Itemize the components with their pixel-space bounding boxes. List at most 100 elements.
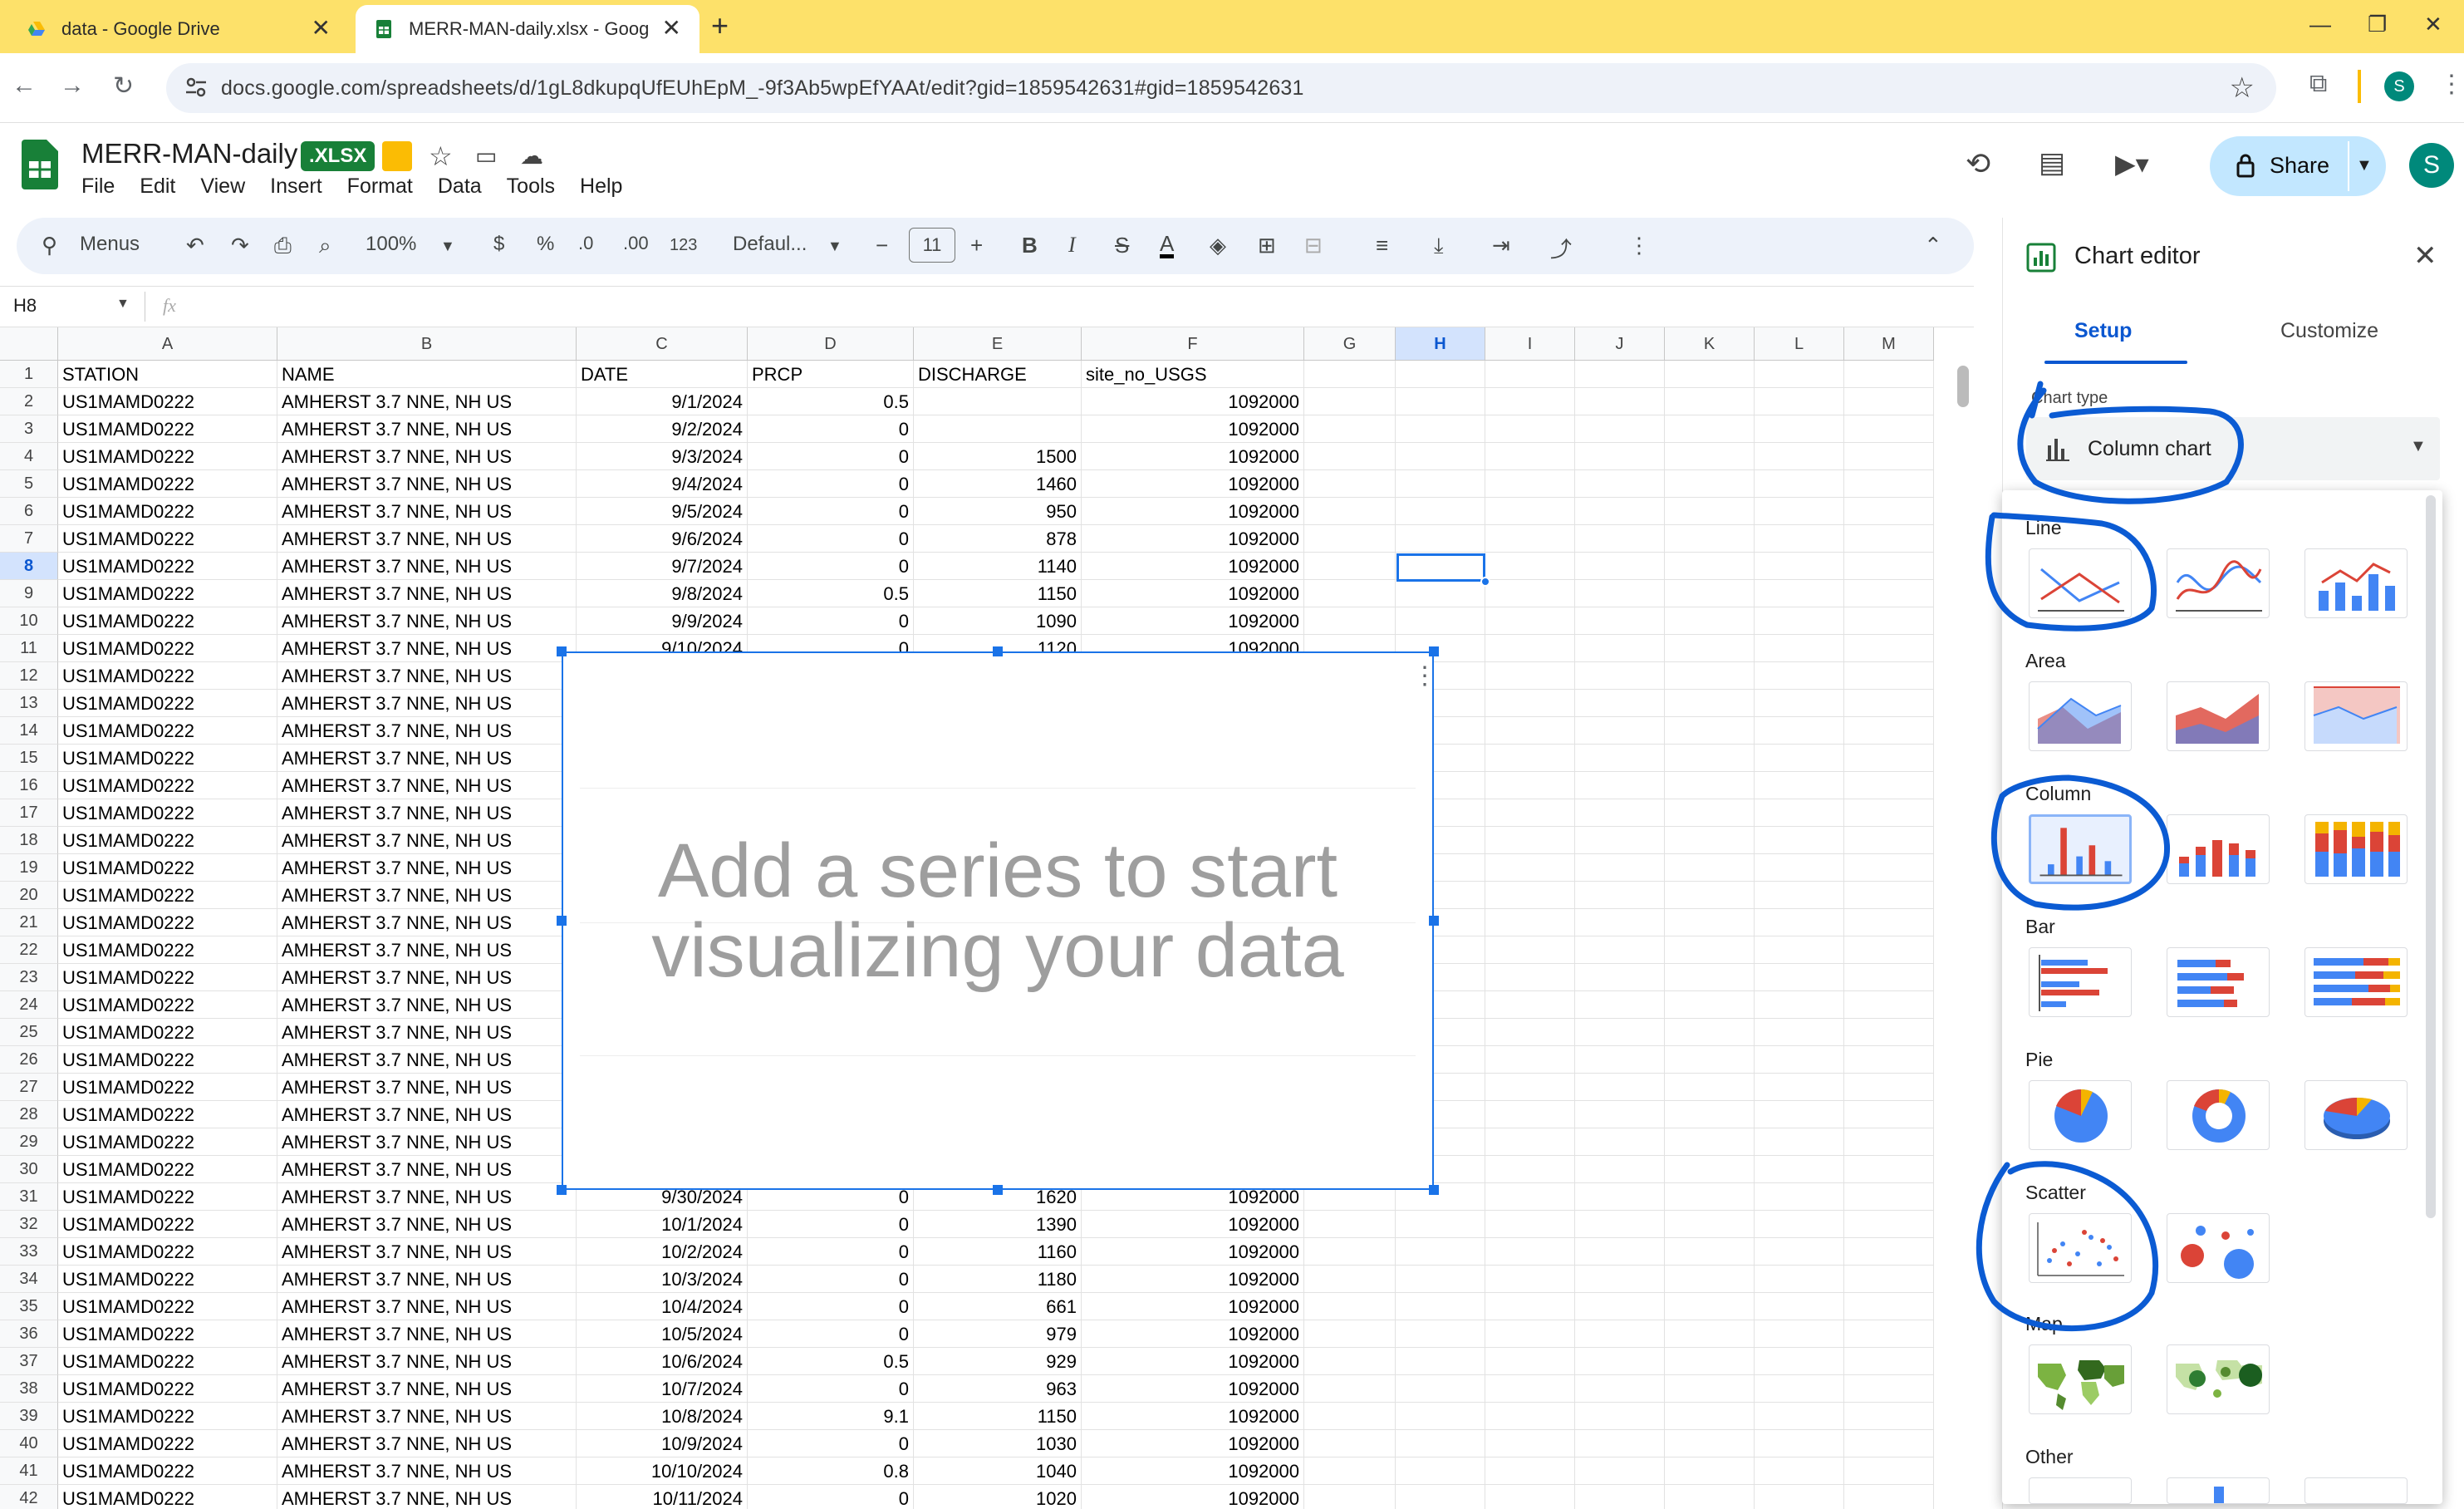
table-cell[interactable] <box>1665 772 1755 799</box>
table-cell[interactable]: 9/2/2024 <box>577 415 748 443</box>
column-header-a[interactable]: A <box>58 327 277 361</box>
column-chart-option[interactable] <box>2029 814 2132 884</box>
forward-icon[interactable]: → <box>60 71 85 100</box>
table-cell[interactable]: US1MAMD0222 <box>58 662 277 690</box>
table-cell[interactable] <box>1304 443 1396 470</box>
table-cell[interactable] <box>1755 772 1844 799</box>
url-field[interactable]: docs.google.com/spreadsheets/d/1gL8dkupq… <box>166 63 2276 113</box>
percent-bar-chart-option[interactable] <box>2304 947 2408 1017</box>
row-header[interactable]: 29 <box>0 1128 58 1156</box>
restore-icon[interactable]: ❐ <box>2368 12 2387 37</box>
table-cell[interactable] <box>1665 1101 1755 1128</box>
table-cell[interactable] <box>1665 498 1755 525</box>
table-cell[interactable] <box>1304 415 1396 443</box>
table-cell[interactable] <box>1304 1457 1396 1485</box>
table-cell[interactable] <box>1575 1375 1665 1403</box>
percent-area-chart-option[interactable] <box>2304 681 2408 751</box>
table-cell[interactable] <box>1844 745 1934 772</box>
stacked-area-chart-option[interactable] <box>2167 681 2270 751</box>
table-cell[interactable] <box>1844 1128 1934 1156</box>
table-cell[interactable] <box>1485 1430 1575 1457</box>
table-cell[interactable] <box>1665 361 1755 388</box>
table-cell[interactable] <box>1665 717 1755 745</box>
table-cell[interactable] <box>1575 580 1665 607</box>
more-options-icon[interactable]: ⋮ <box>1628 233 1650 258</box>
stacked-column-chart-option[interactable] <box>2167 814 2270 884</box>
table-cell[interactable] <box>1575 854 1665 882</box>
table-cell[interactable] <box>1844 1375 1934 1403</box>
table-cell[interactable]: AMHERST 3.7 NNE, NH US <box>277 1128 577 1156</box>
table-cell[interactable]: AMHERST 3.7 NNE, NH US <box>277 1293 577 1320</box>
table-cell[interactable]: 0.5 <box>748 1348 914 1375</box>
table-cell[interactable] <box>1755 827 1844 854</box>
table-cell[interactable] <box>1485 1074 1575 1101</box>
table-cell[interactable] <box>1665 690 1755 717</box>
table-cell[interactable] <box>1396 1266 1485 1293</box>
table-cell[interactable]: AMHERST 3.7 NNE, NH US <box>277 964 577 991</box>
table-cell[interactable]: 9/4/2024 <box>577 470 748 498</box>
table-cell[interactable]: US1MAMD0222 <box>58 1238 277 1266</box>
table-cell[interactable]: 0 <box>748 470 914 498</box>
column-header-g[interactable]: G <box>1304 327 1396 361</box>
table-cell[interactable] <box>1485 854 1575 882</box>
row-header[interactable]: 1 <box>0 361 58 388</box>
table-cell[interactable] <box>1755 361 1844 388</box>
table-cell[interactable]: US1MAMD0222 <box>58 1074 277 1101</box>
table-cell[interactable] <box>1844 1457 1934 1485</box>
chart-type-select[interactable]: Column chart ▼ <box>2026 417 2440 480</box>
table-cell[interactable]: AMHERST 3.7 NNE, NH US <box>277 1403 577 1430</box>
column-header-j[interactable]: J <box>1575 327 1665 361</box>
window-close-icon[interactable]: ✕ <box>2424 12 2442 37</box>
table-cell[interactable] <box>1485 1183 1575 1211</box>
table-cell[interactable]: US1MAMD0222 <box>58 553 277 580</box>
table-cell[interactable]: US1MAMD0222 <box>58 443 277 470</box>
table-cell[interactable] <box>1575 909 1665 936</box>
table-cell[interactable] <box>1665 1430 1755 1457</box>
column-header-h[interactable]: H <box>1396 327 1485 361</box>
table-cell[interactable]: AMHERST 3.7 NNE, NH US <box>277 443 577 470</box>
table-cell[interactable]: US1MAMD0222 <box>58 799 277 827</box>
geo-markers-chart-option[interactable] <box>2167 1344 2270 1414</box>
table-cell[interactable] <box>1485 1101 1575 1128</box>
selected-cell[interactable] <box>1396 553 1485 582</box>
table-cell[interactable]: AMHERST 3.7 NNE, NH US <box>277 1430 577 1457</box>
table-cell[interactable] <box>1665 470 1755 498</box>
row-header[interactable]: 34 <box>0 1266 58 1293</box>
table-cell[interactable]: 0 <box>748 525 914 553</box>
table-cell[interactable]: 1460 <box>914 470 1082 498</box>
table-cell[interactable] <box>1575 662 1665 690</box>
table-cell[interactable] <box>914 388 1082 415</box>
table-cell[interactable] <box>1755 882 1844 909</box>
table-cell[interactable] <box>1575 498 1665 525</box>
table-cell[interactable]: US1MAMD0222 <box>58 772 277 799</box>
table-cell[interactable] <box>1575 772 1665 799</box>
table-cell[interactable] <box>1485 936 1575 964</box>
table-cell[interactable] <box>1485 1128 1575 1156</box>
table-cell[interactable]: AMHERST 3.7 NNE, NH US <box>277 745 577 772</box>
table-cell[interactable]: AMHERST 3.7 NNE, NH US <box>277 635 577 662</box>
table-cell[interactable]: 0.5 <box>748 388 914 415</box>
table-cell[interactable]: US1MAMD0222 <box>58 936 277 964</box>
table-cell[interactable] <box>1575 1238 1665 1266</box>
table-cell[interactable]: US1MAMD0222 <box>58 690 277 717</box>
table-cell[interactable]: 10/8/2024 <box>577 1403 748 1430</box>
table-cell[interactable]: US1MAMD0222 <box>58 635 277 662</box>
table-cell[interactable]: US1MAMD0222 <box>58 580 277 607</box>
table-cell[interactable] <box>1665 443 1755 470</box>
table-cell[interactable] <box>1396 1375 1485 1403</box>
table-cell[interactable]: 1092000 <box>1082 1211 1304 1238</box>
table-cell[interactable]: AMHERST 3.7 NNE, NH US <box>277 662 577 690</box>
table-cell[interactable]: 0 <box>748 1375 914 1403</box>
table-cell[interactable] <box>1844 1348 1934 1375</box>
table-cell[interactable]: 0 <box>748 415 914 443</box>
menu-insert[interactable]: Insert <box>270 174 322 199</box>
decrease-font-size-icon[interactable]: − <box>876 233 888 258</box>
table-cell[interactable]: 1092000 <box>1082 388 1304 415</box>
tab-setup[interactable]: Setup <box>2074 319 2132 343</box>
table-cell[interactable]: 1020 <box>914 1485 1082 1509</box>
text-wrap-icon[interactable]: ⇥ <box>1492 233 1510 258</box>
table-cell[interactable] <box>1396 415 1485 443</box>
table-cell[interactable]: 1092000 <box>1082 1457 1304 1485</box>
row-header[interactable]: 12 <box>0 662 58 690</box>
table-cell[interactable] <box>1304 470 1396 498</box>
